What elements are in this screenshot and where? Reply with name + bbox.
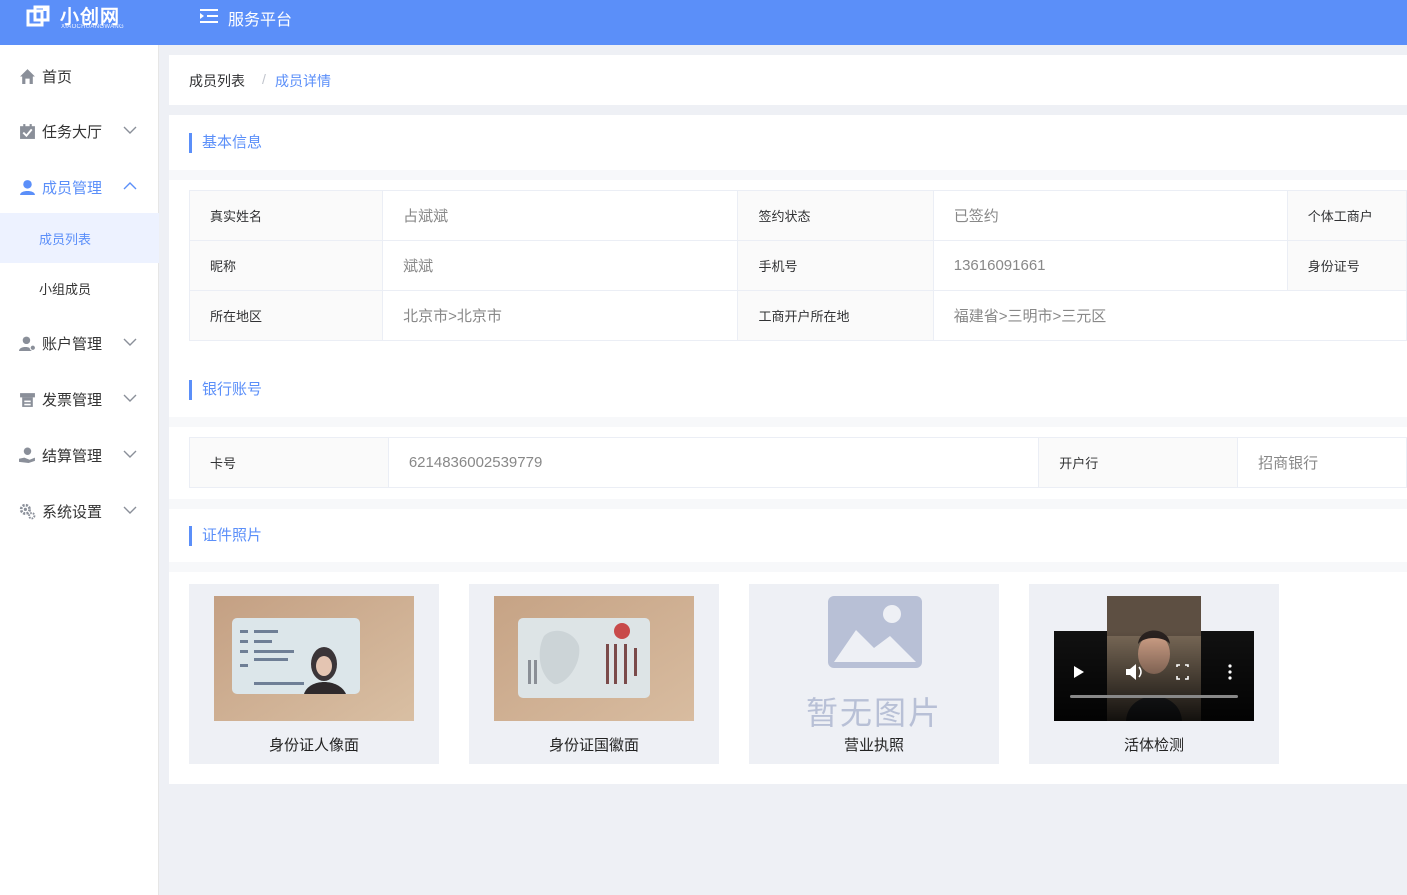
section-divider <box>169 499 1407 509</box>
sidebar-item-members[interactable]: 成员管理 <box>0 165 159 209</box>
id-card-front-image[interactable] <box>214 596 414 721</box>
value-phone: 13616091661 <box>932 240 1288 291</box>
value-bank: 招商银行 <box>1237 437 1407 488</box>
video-progress-bar[interactable] <box>1070 695 1238 698</box>
table-row: 所在地区 北京市>北京市 工商开户所在地 福建省>三明市>三元区 <box>188 290 1407 341</box>
photo-card-id-front[interactable]: 身份证人像面 <box>189 584 439 764</box>
label-region: 所在地区 <box>188 290 384 341</box>
section-title-bank: 银行账号 <box>189 380 262 400</box>
breadcrumb-member-list[interactable]: 成员列表 <box>189 71 245 91</box>
logo[interactable]: 小创网 XIAOCHUANGWANG <box>26 2 136 32</box>
sidebar-item-label: 结算管理 <box>42 448 103 465</box>
no-image-text: 暂无图片 <box>805 695 942 731</box>
label-business-location: 工商开户所在地 <box>737 290 934 341</box>
label-phone: 手机号 <box>737 240 934 291</box>
section-divider <box>169 170 1407 180</box>
label-bank: 开户行 <box>1038 437 1239 488</box>
sidebar-item-label: 成员管理 <box>42 180 103 197</box>
sidebar-subitem-member-list[interactable]: 成员列表 <box>0 213 159 263</box>
id-card-back-image[interactable] <box>494 596 694 721</box>
chevron-down-icon <box>123 394 137 402</box>
breadcrumb-separator: / <box>262 71 266 87</box>
section-divider <box>169 562 1407 572</box>
photo-caption: 身份证国徽面 <box>548 737 639 754</box>
label-sign-status: 签约状态 <box>737 190 934 241</box>
user-icon <box>20 180 35 195</box>
sidebar-subitem-label: 小组成员 <box>39 282 92 297</box>
more-options-icon[interactable] <box>1228 664 1232 680</box>
invoice-icon <box>20 393 35 407</box>
label-id-number: 身份证号 <box>1286 240 1407 291</box>
sidebar-item-label: 发票管理 <box>42 392 103 409</box>
basic-info-table: 真实姓名 占斌斌 签约状态 已签约 个体工商户 昵称 斌斌 手机号 136160… <box>188 190 1407 341</box>
sidebar-item-label: 首页 <box>42 69 73 86</box>
photo-card-id-back[interactable]: 身份证国徽面 <box>469 584 719 764</box>
top-header: 小创网 XIAOCHUANGWANG 服务平台 <box>0 0 1407 45</box>
section-title-photos: 证件照片 <box>189 526 262 546</box>
chevron-down-icon <box>123 506 137 514</box>
photo-card-business-license[interactable]: 暂无图片 营业执照 <box>749 584 999 764</box>
table-row: 真实姓名 占斌斌 签约状态 已签约 个体工商户 <box>188 190 1407 241</box>
sidebar-item-accounts[interactable]: 账户管理 <box>0 321 159 365</box>
user-cog-icon <box>19 336 36 351</box>
platform-title: 服务平台 <box>228 12 293 29</box>
label-individual-business: 个体工商户 <box>1286 190 1407 241</box>
chevron-down-icon <box>123 126 137 134</box>
label-card-number: 卡号 <box>189 437 389 488</box>
photo-card-liveness[interactable]: 活体检测 <box>1029 584 1279 764</box>
sidebar-subitem-group-members[interactable]: 小组成员 <box>0 263 159 313</box>
label-real-name: 真实姓名 <box>188 190 384 241</box>
sidebar-item-tasks[interactable]: 任务大厅 <box>0 109 159 153</box>
sidebar: 首页 任务大厅 成员管理 成员列表 小组成员 账户管理 发票管理 结算管理 系统… <box>0 45 159 895</box>
sidebar-subitem-label: 成员列表 <box>39 232 92 247</box>
chevron-down-icon <box>123 450 137 458</box>
sidebar-item-label: 任务大厅 <box>42 124 103 141</box>
logo-icon <box>26 5 50 27</box>
sidebar-item-home[interactable]: 首页 <box>0 54 159 98</box>
value-real-name: 占斌斌 <box>382 190 739 241</box>
sidebar-item-label: 账户管理 <box>42 336 103 353</box>
section-title-basic-info: 基本信息 <box>189 133 262 153</box>
value-card-number: 6214836002539779 <box>387 437 1040 488</box>
detail-panel: 基本信息 真实姓名 占斌斌 签约状态 已签约 个体工商户 昵称 斌斌 手机号 1… <box>169 115 1407 784</box>
home-icon <box>20 69 35 84</box>
logo-subtext: XIAOCHUANGWANG <box>61 24 124 30</box>
chevron-up-icon <box>123 182 137 190</box>
liveness-video[interactable] <box>1054 596 1254 721</box>
table-row: 昵称 斌斌 手机号 13616091661 身份证号 <box>188 240 1407 291</box>
section-divider <box>169 417 1407 427</box>
calendar-check-icon <box>20 124 35 139</box>
value-business-location: 福建省>三明市>三元区 <box>932 290 1407 341</box>
gears-icon <box>19 503 36 520</box>
bank-info-table: 卡号 6214836002539779 开户行 招商银行 <box>189 437 1407 488</box>
breadcrumb: 成员列表 / 成员详情 <box>169 55 1407 105</box>
chevron-down-icon <box>123 338 137 346</box>
menu-toggle-icon[interactable] <box>200 8 218 24</box>
sidebar-item-system-settings[interactable]: 系统设置 <box>0 489 159 533</box>
breadcrumb-member-detail: 成员详情 <box>275 73 331 89</box>
table-row: 卡号 6214836002539779 开户行 招商银行 <box>189 437 1407 488</box>
label-nickname: 昵称 <box>188 240 384 291</box>
sidebar-item-invoices[interactable]: 发票管理 <box>0 377 159 421</box>
value-nickname: 斌斌 <box>382 240 739 291</box>
value-region: 北京市>北京市 <box>382 290 739 341</box>
hand-coin-icon <box>19 447 35 463</box>
photo-caption: 营业执照 <box>843 737 904 754</box>
sidebar-item-label: 系统设置 <box>42 504 103 521</box>
value-sign-status: 已签约 <box>932 190 1288 241</box>
photo-caption: 身份证人像面 <box>268 737 359 754</box>
photo-caption: 活体检测 <box>1123 737 1184 754</box>
sidebar-item-settlement[interactable]: 结算管理 <box>0 433 159 477</box>
